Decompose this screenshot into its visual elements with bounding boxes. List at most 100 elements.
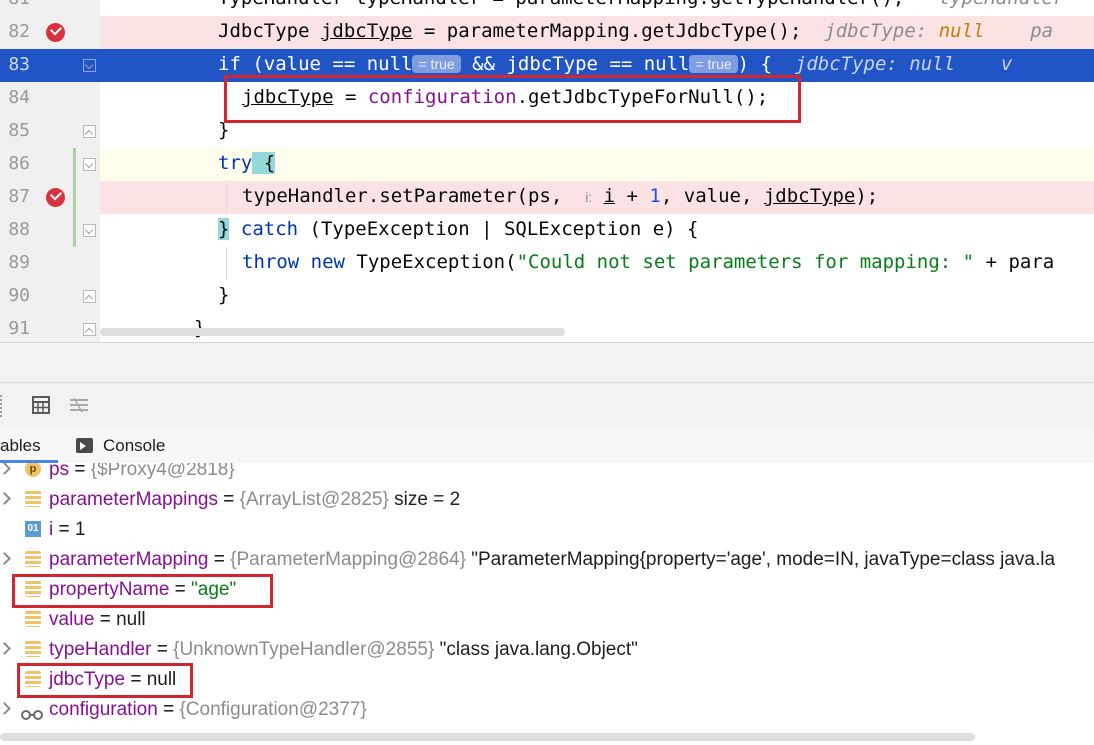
variable-name: configuration <box>49 699 158 720</box>
variable-row-configuration[interactable]: configuration = {Configuration@2377} <box>0 695 1094 725</box>
code-line-84[interactable]: 84 jdbcType = configuration.getJdbcTypeF… <box>0 82 1094 115</box>
fold-icon[interactable] <box>83 158 96 171</box>
gutter[interactable]: 82 <box>0 16 100 49</box>
variable-text: i = 1 <box>49 519 85 541</box>
gutter[interactable]: 84 <box>0 82 100 115</box>
field-icon <box>25 671 41 687</box>
tab-variables[interactable]: ables <box>0 436 41 456</box>
expand-arrow-icon[interactable] <box>0 492 11 505</box>
gutter[interactable]: 86 <box>0 148 100 181</box>
variable-row-parameterMappings[interactable]: parameterMappings = {ArrayList@2825} siz… <box>0 485 1094 515</box>
variable-eq: = <box>94 609 117 630</box>
variable-row-parameterMapping[interactable]: parameterMapping = {ParameterMapping@286… <box>0 545 1094 575</box>
line-number: 87 <box>8 186 30 207</box>
gutter[interactable]: 88 <box>0 214 100 247</box>
console-icon[interactable] <box>76 438 93 453</box>
line-number: 90 <box>8 285 30 306</box>
code-text: JdbcType jdbcType = parameterMapping.get… <box>218 20 1053 42</box>
code-text: jdbcType = configuration.getJdbcTypeForN… <box>242 86 768 108</box>
code-line-85[interactable]: 85 } <box>0 115 1094 148</box>
variable-text: typeHandler = {UnknownTypeHandler@2855} … <box>49 639 638 661</box>
gutter[interactable]: 81 <box>0 0 100 16</box>
debug-tabs: ables Console <box>0 427 1094 463</box>
gutter[interactable]: 85 <box>0 115 100 148</box>
gutter[interactable]: 91 <box>0 313 100 342</box>
variable-extra: "ParameterMapping{property='age', mode=I… <box>465 549 1056 570</box>
line-number: 84 <box>8 87 30 108</box>
int-icon: 01 <box>25 521 41 537</box>
watch-icon <box>20 704 44 720</box>
variable-eq: = <box>169 579 192 600</box>
code-segment: (value == null <box>240 53 413 75</box>
field-icon <box>25 581 41 597</box>
code-line-83[interactable]: 83 if (value == null = true && jdbcType =… <box>0 49 1094 82</box>
code-line-88[interactable]: 88 } catch (TypeException | SQLException… <box>0 214 1094 247</box>
horizontal-scrollbar[interactable] <box>0 733 975 741</box>
gutter[interactable]: 83 <box>0 49 100 82</box>
expand-arrow-icon[interactable] <box>0 552 11 565</box>
expand-arrow-icon[interactable] <box>0 642 11 655</box>
overflow-icon[interactable] <box>0 395 5 417</box>
expand-arrow-icon[interactable] <box>0 702 11 715</box>
code-line-82[interactable]: 82 JdbcType jdbcType = parameterMapping.… <box>0 16 1094 49</box>
code-line-90[interactable]: 90 } <box>0 280 1094 313</box>
panel-splitter[interactable] <box>0 342 1094 383</box>
tab-console[interactable]: Console <box>103 436 165 456</box>
variable-row-propertyName[interactable]: propertyName = "age" <box>0 575 1094 605</box>
line-number: 86 <box>8 153 30 174</box>
p-icon: p <box>25 463 41 477</box>
code-segment: typeHandler.setParameter(ps, <box>242 185 574 207</box>
expand-arrow-icon[interactable] <box>0 463 11 475</box>
code-segment: + <box>615 185 650 207</box>
gutter[interactable]: 89 <box>0 247 100 280</box>
variables-tree[interactable]: p ps = {$Proxy4@2818} parameterMappings … <box>0 463 1094 745</box>
code-segment: = parameterMapping.getJdbcType(); <box>412 20 802 42</box>
table-icon[interactable] <box>31 395 51 415</box>
fold-icon[interactable] <box>83 59 96 72</box>
breakpoint-icon[interactable] <box>46 188 65 207</box>
code-line-89[interactable]: 89 throw new TypeException("Could not se… <box>0 247 1094 280</box>
line-number: 91 <box>8 318 30 339</box>
variable-row-typeHandler[interactable]: typeHandler = {UnknownTypeHandler@2855} … <box>0 635 1094 665</box>
string-literal: "Could not set parameters for mapping: " <box>516 251 975 273</box>
inline-value-hint: v <box>1000 53 1013 75</box>
variable-name: value <box>49 609 95 630</box>
variable-row-i[interactable]: 01 i = 1 <box>0 515 1094 545</box>
keyword-if: if <box>218 53 241 75</box>
breakpoint-icon[interactable] <box>46 23 65 42</box>
code-segment: TypeException( <box>344 251 517 273</box>
indent-guide <box>226 247 227 280</box>
code-line-87[interactable]: 87 typeHandler.setParameter(ps, i: i + 1… <box>0 181 1094 214</box>
code-text: } <box>218 119 230 141</box>
code-segment: , value, <box>660 185 764 207</box>
code-editor[interactable]: 81 TypeHandler typeHandler = parameterMa… <box>0 0 1094 342</box>
code-line-81[interactable]: 81 TypeHandler typeHandler = parameterMa… <box>0 0 1094 16</box>
fold-icon[interactable] <box>83 323 96 336</box>
horizontal-scrollbar[interactable] <box>100 328 565 336</box>
fold-icon[interactable] <box>83 125 96 138</box>
fold-icon[interactable] <box>83 224 96 237</box>
code-line-86[interactable]: 86 try { <box>0 148 1094 181</box>
indent-guide <box>226 181 227 214</box>
vcs-change-marker[interactable] <box>73 148 76 247</box>
settings-lines-icon[interactable] <box>68 395 88 415</box>
variable-row-jdbcType[interactable]: jdbcType = null <box>0 665 1094 695</box>
variable-value: 1 <box>74 519 86 540</box>
variable-eq: = <box>125 669 147 690</box>
line-number: 81 <box>0 0 30 9</box>
field-icon <box>25 641 41 657</box>
gutter[interactable]: 87 <box>0 181 100 214</box>
variable-row-value[interactable]: value = null <box>0 605 1094 635</box>
field-reference: configuration <box>367 86 517 108</box>
variable-eq: = <box>157 699 180 720</box>
variable-name: typeHandler <box>49 639 152 660</box>
fold-icon[interactable] <box>83 290 96 303</box>
code-segment: && jdbcType == null <box>460 53 690 75</box>
inline-eval-chip: = true <box>689 55 738 73</box>
variable-eq: = <box>217 489 240 510</box>
field-icon <box>25 611 41 627</box>
gutter[interactable]: 90 <box>0 280 100 313</box>
variable-extra: size = 2 <box>388 489 461 510</box>
variable-row-ps[interactable]: p ps = {$Proxy4@2818} <box>0 463 1094 485</box>
variable-name: jdbcType <box>49 669 126 690</box>
